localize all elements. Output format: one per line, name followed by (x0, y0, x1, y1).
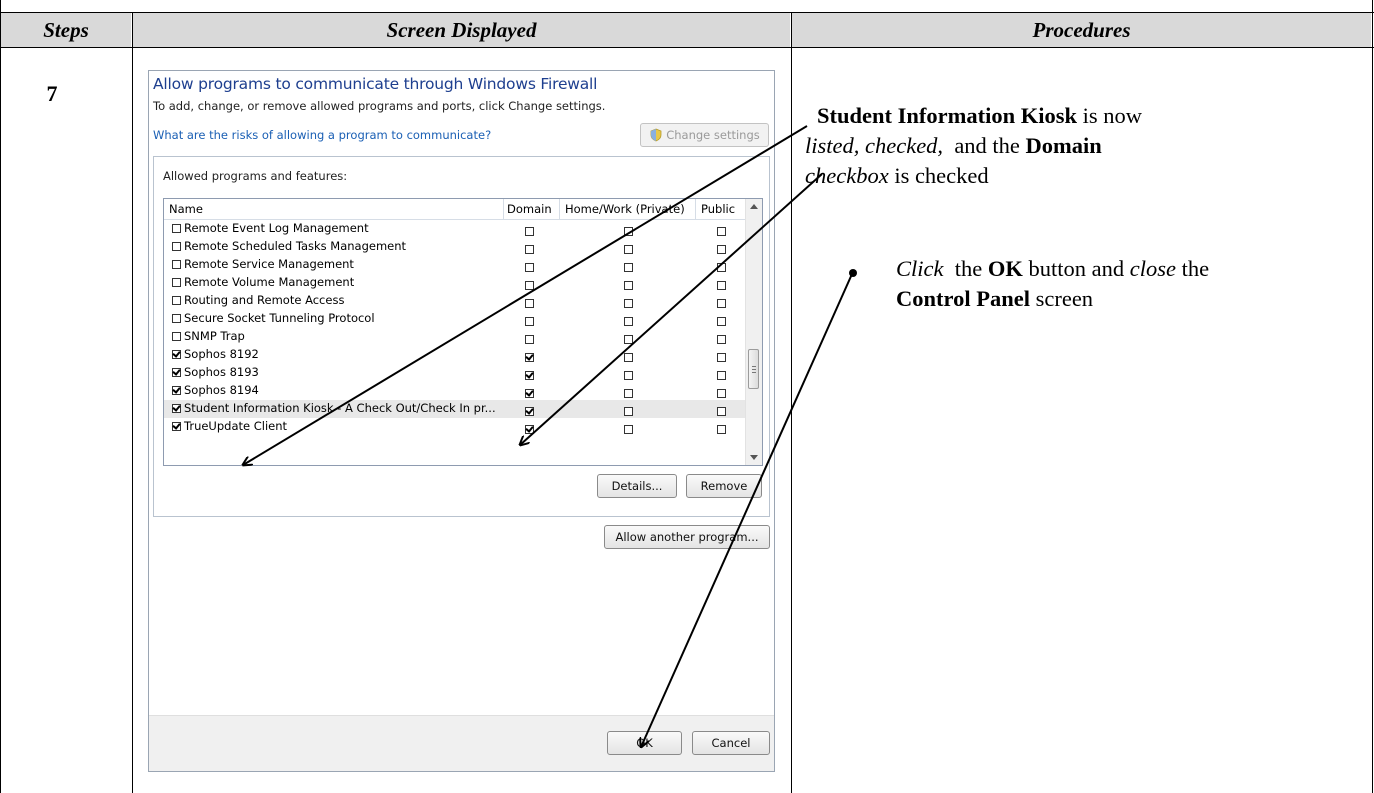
arrow-to-kiosk-row (243, 125, 808, 465)
arrow-to-ok-button (641, 273, 853, 747)
annotation-arrows (0, 125, 853, 793)
arrow-to-domain-checkbox (520, 173, 823, 445)
